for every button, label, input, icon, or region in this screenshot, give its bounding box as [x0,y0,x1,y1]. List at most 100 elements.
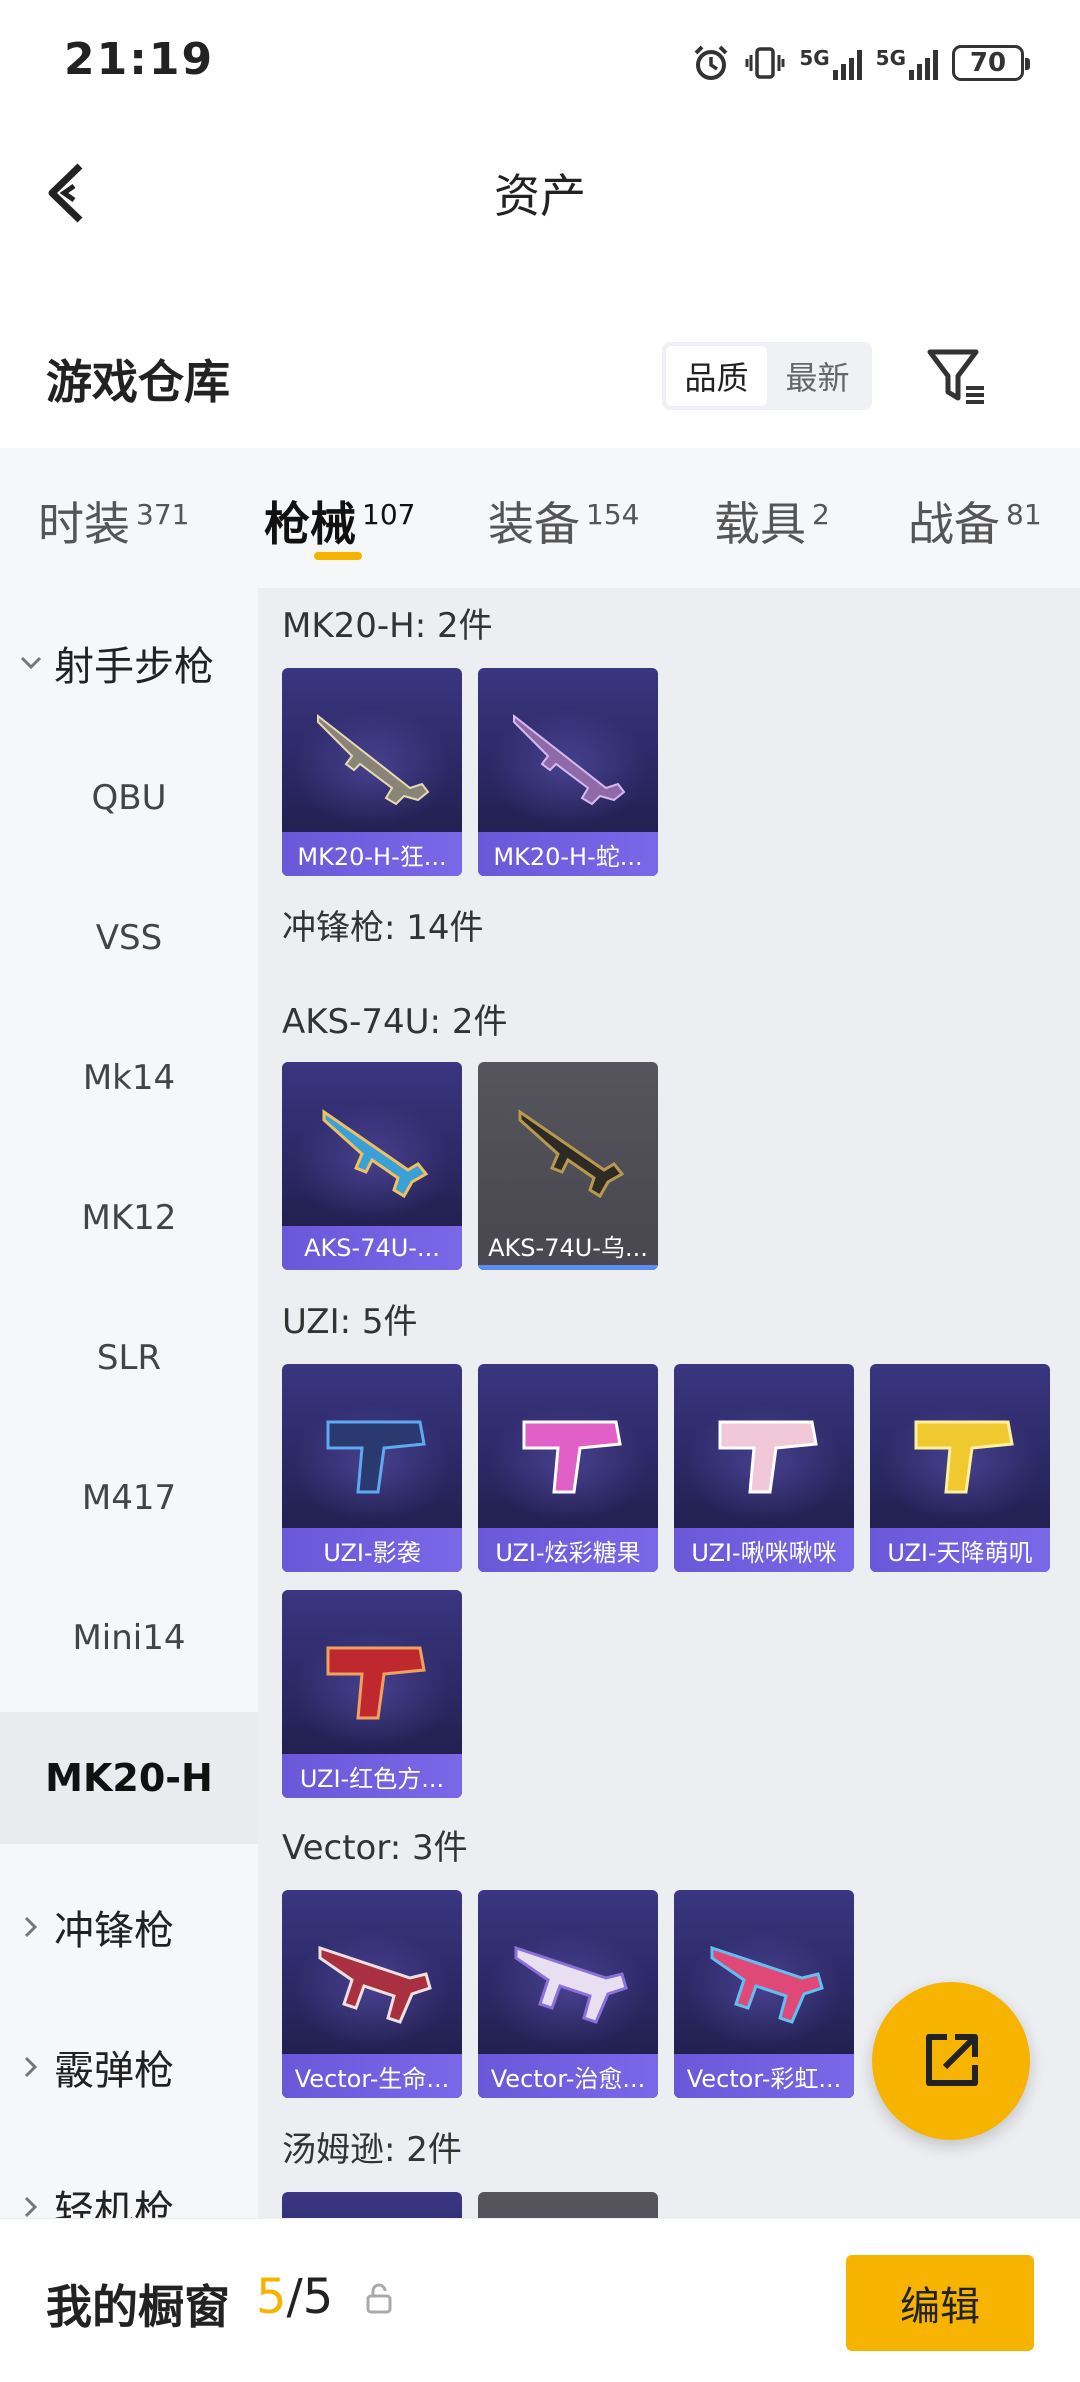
share-button[interactable] [872,1982,1030,2140]
group-title-thompson: 汤姆逊: 2件 [282,2130,462,2170]
sidebar-item-mk14[interactable]: Mk14 [0,1058,258,1098]
sidebar-category-shotgun[interactable]: 霰弹枪 [18,2038,174,2096]
sidebar-item-mk12[interactable]: MK12 [0,1198,258,1238]
status-icons: 5G 5G 70 [691,38,1030,88]
sidebar-item-mk20h[interactable]: MK20-H [0,1712,258,1844]
sidebar: 射手步枪 QBU VSS Mk14 MK12 SLR M417 Mini14 M… [0,588,258,2218]
sidebar-category-lmg[interactable]: 轻机枪 [18,2178,174,2218]
group-title-uzi: UZI: 5件 [282,1302,418,1342]
sidebar-category-label: 射手步枪 [54,644,214,690]
tab-count: 107 [362,497,416,531]
edit-button[interactable]: 编辑 [846,2255,1034,2351]
item-card[interactable]: Vector-生命... [282,1890,462,2098]
item-card-label: Vector-治愈... [478,2054,658,2098]
item-card[interactable]: MK20-H-狂... [282,668,462,876]
signal-icon: 5G [799,46,862,80]
signal-icon-2: 5G [876,46,938,80]
filter-icon[interactable] [924,344,988,408]
tab-label: 时装 [38,497,130,551]
rifle-icon [518,1109,625,1199]
tab-label: 装备 [488,497,580,551]
tab-count: 154 [586,497,640,531]
sidebar-category-smg[interactable]: 冲锋枪 [18,1898,174,1956]
tab-label: 载具 [714,497,806,551]
item-card-label: UZI-啾咪啾咪 [674,1528,854,1572]
showcase-current: 5 [256,2269,287,2325]
network-type-2: 5G [875,46,906,70]
pistol-icon [914,1420,1014,1494]
group-title-aks74u: AKS-74U: 2件 [282,1002,508,1042]
tab-label: 枪械 [264,497,356,551]
item-card-label: UZI-红色方... [282,1754,462,1798]
sidebar-item-mini14[interactable]: Mini14 [0,1618,258,1658]
sort-newest-button[interactable]: 最新 [767,346,868,406]
sidebar-category-sniper[interactable]: 射手步枪 [18,634,214,692]
smg-icon [710,1945,824,2024]
status-bar: 21:19 5G 5G 70 [0,0,1080,120]
chevron-right-icon [24,2056,38,2078]
tab-count: 371 [136,497,190,531]
chevron-right-icon [24,1916,38,1938]
item-card[interactable] [282,2192,462,2218]
item-card[interactable]: UZI-炫彩糖果 [478,1364,658,1572]
tab-supplies[interactable]: 战备 81 [908,488,1042,554]
rifle-icon [513,713,626,806]
item-card-label: UZI-天降萌叽 [870,1528,1050,1572]
category-tabs: 时装 371 枪械 107 装备 154 载具 2 战备 81 [0,448,1080,588]
group-title-vector: Vector: 3件 [282,1828,468,1868]
item-card-label: Vector-彩虹... [674,2054,854,2098]
rifle-icon [317,713,430,806]
item-card[interactable]: UZI-啾咪啾咪 [674,1364,854,1572]
item-grid: MK20-H: 2件 MK20-H-狂... MK20-H-蛇... 冲锋枪: … [258,588,1080,2218]
tab-fashion[interactable]: 时装 371 [38,488,189,554]
sidebar-category-label: 轻机枪 [54,2188,174,2218]
item-card-label: UZI-炫彩糖果 [478,1528,658,1572]
tab-count: 81 [1006,497,1042,531]
item-card-label: MK20-H-蛇... [478,832,658,876]
smg-icon [514,1945,628,2024]
sidebar-item-m417[interactable]: M417 [0,1478,258,1518]
item-card-label: AKS-74U-乌... [478,1226,658,1270]
item-card-label: AKS-74U-... [282,1226,462,1270]
item-card[interactable]: AKS-74U-乌... [478,1062,658,1270]
item-card[interactable]: Vector-治愈... [478,1890,658,2098]
alarm-icon [694,45,728,80]
sort-toggle: 品质 最新 [662,342,872,410]
item-card-label: MK20-H-狂... [282,832,462,876]
tab-equipment[interactable]: 装备 154 [488,488,639,554]
group-title-mk20h: MK20-H: 2件 [282,606,493,646]
page-title: 资产 [494,169,586,223]
sidebar-item-vss[interactable]: VSS [0,918,258,958]
showcase-count: 5/5 [256,2269,333,2325]
item-card[interactable]: UZI-天降萌叽 [870,1364,1050,1572]
smg-icon [318,1945,432,2024]
pistol-icon [326,1420,426,1494]
tab-count: 2 [812,497,830,531]
sidebar-item-slr[interactable]: SLR [0,1338,258,1378]
sidebar-item-qbu[interactable]: QBU [0,778,258,818]
rifle-icon [322,1109,429,1199]
pistol-icon [718,1420,818,1494]
status-time: 21:19 [64,34,215,85]
group-title-smg: 冲锋枪: 14件 [282,908,484,948]
warehouse-title: 游戏仓库 [46,355,230,409]
chevron-right-icon [24,2196,38,2218]
chevron-down-icon [20,656,42,670]
item-card[interactable]: AKS-74U-... [282,1062,462,1270]
item-card[interactable] [478,2192,658,2218]
vibrate-icon [745,47,785,79]
item-card[interactable]: UZI-影袭 [282,1364,462,1572]
share-icon [926,2034,978,2086]
tab-vehicles[interactable]: 载具 2 [714,488,830,554]
tab-label: 战备 [908,497,1000,551]
lock-icon [366,2283,392,2314]
sidebar-category-label: 霰弹枪 [54,2048,174,2094]
tab-indicator [314,552,362,560]
item-card[interactable]: MK20-H-蛇... [478,668,658,876]
tab-guns[interactable]: 枪械 107 [264,488,415,554]
pistol-icon [326,1646,426,1720]
sort-quality-button[interactable]: 品质 [666,346,767,406]
item-card[interactable]: Vector-彩虹... [674,1890,854,2098]
item-card[interactable]: UZI-红色方... [282,1590,462,1798]
bottom-bar: 我的橱窗 5/5 编辑 [0,2218,1080,2382]
